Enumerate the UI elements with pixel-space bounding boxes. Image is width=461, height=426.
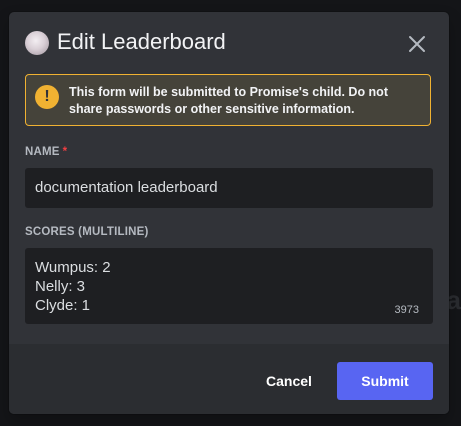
scores-line: Nelly: 3 xyxy=(35,278,86,295)
scores-line: Wumpus: 2 xyxy=(35,259,111,276)
submit-button[interactable]: Submit xyxy=(337,362,433,400)
scores-textarea[interactable]: Wumpus: 2 Nelly: 3 Clyde: 1 3973 xyxy=(25,248,433,324)
warning-prefix: This form will be submitted to xyxy=(69,85,250,99)
name-input[interactable]: documentation leaderboard xyxy=(25,168,433,208)
scores-label: SCORES (MULTILINE) xyxy=(25,226,149,238)
modal-title: Edit Leaderboard xyxy=(57,29,226,54)
scores-line: Clyde: 1 xyxy=(35,297,91,314)
name-label-text: NAME xyxy=(25,146,60,158)
app-avatar xyxy=(25,31,49,55)
cancel-button[interactable]: Cancel xyxy=(259,362,319,400)
name-label: NAME * xyxy=(25,146,67,158)
warning-app-name: Promise's child xyxy=(249,85,342,99)
exclamation-icon: ! xyxy=(35,85,59,109)
close-button[interactable] xyxy=(405,32,429,56)
modal-header: Edit Leaderboard xyxy=(9,12,449,74)
character-counter: 3973 xyxy=(394,304,419,316)
modal-footer: Cancel Submit xyxy=(9,344,449,414)
required-marker: * xyxy=(62,146,68,158)
edit-leaderboard-modal: Edit Leaderboard ! This form will be sub… xyxy=(9,12,449,414)
warning-banner: ! This form will be submitted to Promise… xyxy=(25,74,431,126)
warning-text: This form will be submitted to Promise's… xyxy=(69,84,419,118)
close-icon xyxy=(409,36,425,52)
